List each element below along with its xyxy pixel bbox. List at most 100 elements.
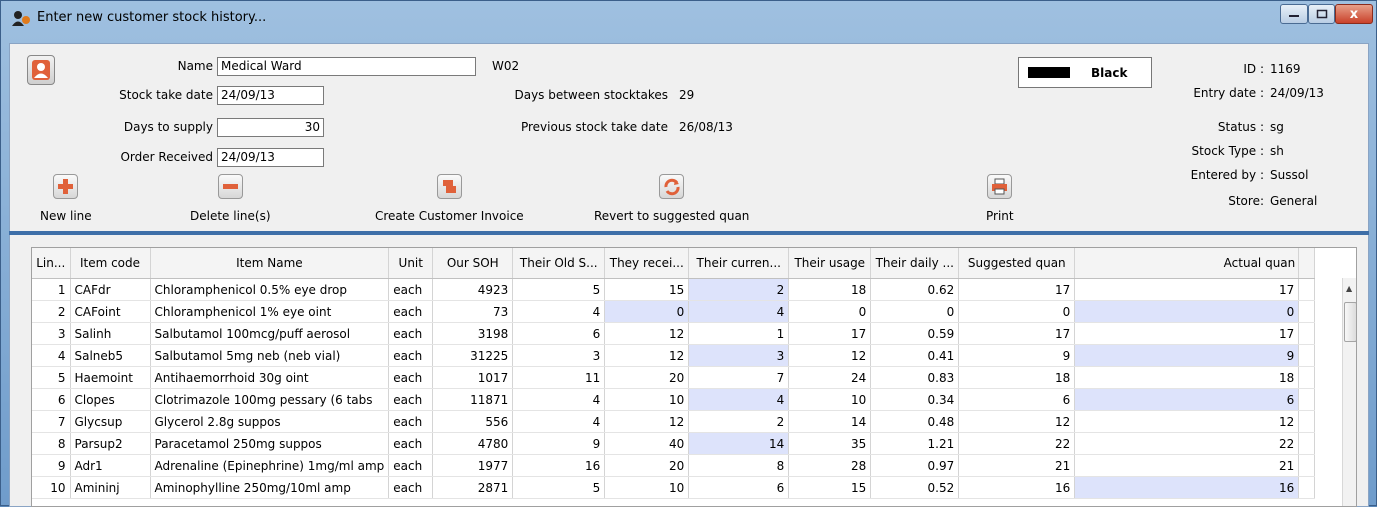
maximize-button[interactable] (1308, 4, 1335, 24)
table-cell[interactable]: 4 (512, 300, 606, 323)
table-cell[interactable]: 17 (1074, 278, 1300, 301)
table-cell[interactable]: 10 (604, 476, 690, 499)
table-cell[interactable]: 15 (604, 278, 690, 301)
column-header[interactable]: Suggested quan (958, 248, 1076, 279)
table-cell[interactable]: 0 (870, 300, 960, 323)
table-cell[interactable]: each (388, 366, 434, 389)
table-row[interactable]: 6 Clopes Clotrimazole 100mg pessary (6 tab… (32, 388, 1316, 411)
table-cell[interactable]: 22 (958, 432, 1076, 455)
table-cell[interactable]: each (388, 344, 434, 367)
table-cell[interactable]: 0.41 (870, 344, 960, 367)
table-cell[interactable]: Glycsup (70, 410, 151, 433)
table-cell[interactable]: CAFoint (70, 300, 151, 323)
column-header[interactable]: Their curren... (688, 248, 790, 279)
table-cell[interactable]: 9 (512, 432, 606, 455)
table-cell[interactable]: Salneb5 (70, 344, 151, 367)
table-cell[interactable]: 1.21 (870, 432, 960, 455)
table-cell[interactable]: 3 (512, 344, 606, 367)
table-cell[interactable]: 20 (604, 454, 690, 477)
table-cell[interactable]: Aminophylline 250mg/10ml amp (150, 476, 390, 499)
column-header[interactable]: Their usage (788, 248, 872, 279)
table-cell[interactable]: 35 (788, 432, 872, 455)
table-cell[interactable]: 1017 (432, 366, 514, 389)
table-cell[interactable]: Glycerol 2.8g suppos (150, 410, 390, 433)
table-cell[interactable]: 4 (688, 388, 790, 411)
table-cell[interactable]: 17 (958, 322, 1076, 345)
column-header[interactable]: Item code (70, 248, 151, 279)
table-cell[interactable]: 4780 (432, 432, 514, 455)
table-cell[interactable]: 556 (432, 410, 514, 433)
table-cell[interactable]: 4923 (432, 278, 514, 301)
table-cell[interactable]: each (388, 322, 434, 345)
column-header[interactable]: Actual quan (1074, 248, 1300, 279)
table-cell[interactable]: 2 (32, 300, 71, 323)
table-cell[interactable]: each (388, 388, 434, 411)
table-cell[interactable]: 5 (32, 366, 71, 389)
table-cell[interactable]: 17 (1074, 322, 1300, 345)
close-button[interactable]: x (1335, 4, 1373, 24)
table-cell[interactable]: 1 (32, 278, 71, 301)
table-cell[interactable]: 11871 (432, 388, 514, 411)
column-header[interactable]: Unit (388, 248, 434, 279)
days-to-supply-field[interactable]: 30 (217, 118, 324, 137)
table-scrollbar[interactable]: ▲ (1342, 278, 1356, 506)
table-cell[interactable]: 0.62 (870, 278, 960, 301)
table-cell[interactable]: Chloramphenicol 1% eye oint (150, 300, 390, 323)
table-cell[interactable]: 12 (604, 410, 690, 433)
table-cell[interactable]: 5 (512, 278, 606, 301)
table-cell[interactable]: 0 (788, 300, 872, 323)
table-cell[interactable]: 21 (958, 454, 1076, 477)
table-cell[interactable]: 1 (688, 322, 790, 345)
table-cell[interactable]: 1977 (432, 454, 514, 477)
table-cell[interactable]: 7 (32, 410, 71, 433)
table-cell[interactable]: 9 (958, 344, 1076, 367)
table-cell[interactable]: each (388, 410, 434, 433)
table-row[interactable]: 1 CAFdr Chloramphenicol 0.5% eye drop each 4… (32, 278, 1316, 301)
table-cell[interactable]: 3198 (432, 322, 514, 345)
order-received-field[interactable]: 24/09/13 (217, 148, 324, 167)
table-cell[interactable]: 15 (788, 476, 872, 499)
table-cell[interactable]: 5 (512, 476, 606, 499)
table-row[interactable]: 8 Parsup2 Paracetamol 250mg suppos each 4780… (32, 432, 1316, 455)
table-cell[interactable]: 2 (688, 278, 790, 301)
table-cell[interactable]: Parsup2 (70, 432, 151, 455)
table-cell[interactable]: 0.97 (870, 454, 960, 477)
table-cell[interactable]: 11 (512, 366, 606, 389)
table-cell[interactable]: 0.59 (870, 322, 960, 345)
table-cell[interactable]: 10 (32, 476, 71, 499)
table-cell[interactable]: 3 (32, 322, 71, 345)
table-cell[interactable]: Clopes (70, 388, 151, 411)
table-cell[interactable]: 9 (1074, 344, 1300, 367)
table-cell[interactable]: 2 (688, 410, 790, 433)
table-cell[interactable]: 12 (1074, 410, 1300, 433)
table-cell[interactable]: 4 (688, 300, 790, 323)
create-invoice-button[interactable]: Create Customer Invoice (375, 174, 524, 223)
table-cell[interactable]: each (388, 454, 434, 477)
table-cell[interactable]: 18 (1074, 366, 1300, 389)
table-cell[interactable]: each (388, 300, 434, 323)
table-cell[interactable]: Adr1 (70, 454, 151, 477)
table-cell[interactable]: 8 (32, 432, 71, 455)
name-field[interactable]: Medical Ward (217, 57, 476, 76)
table-cell[interactable]: Salbutamol 100mcg/puff aerosol (150, 322, 390, 345)
table-cell[interactable]: 24 (788, 366, 872, 389)
table-cell[interactable]: 4 (512, 410, 606, 433)
table-row[interactable]: 9 Adr1 Adrenaline (Epinephrine) 1mg/ml amp… (32, 454, 1316, 477)
table-row[interactable]: 10 Amininj Aminophylline 250mg/10ml amp eac… (32, 476, 1316, 499)
table-cell[interactable]: 40 (604, 432, 690, 455)
table-cell[interactable]: 14 (688, 432, 790, 455)
table-cell[interactable]: 0 (958, 300, 1076, 323)
title-bar[interactable]: Enter new customer stock history... x (1, 1, 1376, 35)
column-header[interactable]: They recei... (604, 248, 690, 279)
scrollbar-thumb[interactable] (1344, 302, 1356, 342)
table-cell[interactable]: Antihaemorrhoid 30g oint (150, 366, 390, 389)
table-cell[interactable]: CAFdr (70, 278, 151, 301)
table-row[interactable]: 5 Haemoint Antihaemorrhoid 30g oint each 101… (32, 366, 1316, 389)
table-cell[interactable]: Paracetamol 250mg suppos (150, 432, 390, 455)
table-cell[interactable]: 7 (688, 366, 790, 389)
table-cell[interactable]: 14 (788, 410, 872, 433)
customer-button[interactable] (27, 55, 55, 85)
column-header[interactable]: Item Name (150, 248, 390, 279)
table-row[interactable]: 2 CAFoint Chloramphenicol 1% eye oint each 7… (32, 300, 1316, 323)
table-cell[interactable]: 16 (512, 454, 606, 477)
